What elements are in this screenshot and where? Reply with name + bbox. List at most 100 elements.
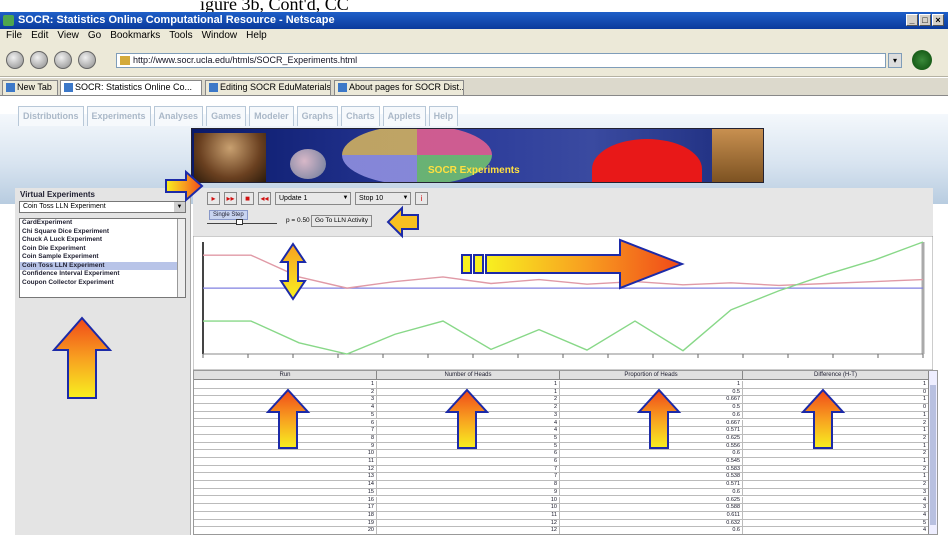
tab-page-icon: [209, 83, 218, 92]
stop-select[interactable]: Stop 10 ▼: [355, 192, 411, 205]
results-table: Run Number of Heads Proportion of Heads …: [193, 370, 938, 535]
table-row: 7 4 0.571 1: [194, 427, 937, 435]
table-scrollbar[interactable]: [928, 371, 937, 534]
browser-tab[interactable]: About pages for SOCR Dist...: [334, 80, 464, 95]
table-cell: 6: [377, 458, 560, 465]
table-cell: 2: [194, 388, 377, 396]
back-icon[interactable]: [6, 51, 24, 69]
app-tab[interactable]: Applets: [382, 106, 426, 126]
stop-button[interactable]: ■: [241, 192, 254, 205]
menu-file[interactable]: File: [6, 29, 22, 43]
reset-button[interactable]: ◂◂: [258, 192, 271, 205]
info-button[interactable]: i: [415, 192, 428, 205]
table-cell: 12: [194, 465, 377, 473]
table-cell: 0.632: [560, 519, 743, 527]
table-cell: 0.588: [560, 504, 743, 512]
table-cell: 7: [377, 465, 560, 473]
menu-view[interactable]: View: [57, 29, 79, 43]
address-dropdown-icon[interactable]: ▾: [888, 53, 902, 68]
menu-bookmarks[interactable]: Bookmarks: [110, 29, 160, 43]
app-tab[interactable]: Experiments: [86, 106, 151, 126]
menu-bar: File Edit View Go Bookmarks Tools Window…: [0, 29, 948, 43]
browser-tab-label: New Tab: [17, 82, 52, 92]
list-item[interactable]: Coin Die Experiment: [20, 245, 185, 254]
browser-tab-label: Editing SOCR EduMaterials ...: [220, 82, 331, 92]
menu-edit[interactable]: Edit: [31, 29, 48, 43]
list-item[interactable]: CardExperiment: [20, 219, 185, 228]
table-cell: 0.667: [560, 419, 743, 427]
page-favicon-icon: [120, 56, 130, 65]
update-select[interactable]: Update 1 ▼: [275, 192, 351, 205]
table-cell: 12: [377, 519, 560, 527]
table-cell: 0.625: [560, 434, 743, 442]
probability-slider-handle[interactable]: [236, 219, 243, 225]
list-item-selected[interactable]: Coin Toss LLN Experiment: [20, 261, 185, 270]
p-value-label: p = 0.50: [286, 217, 310, 224]
table-cell: 0.571: [560, 481, 743, 489]
table-cell: 1: [743, 396, 929, 404]
chevron-down-icon[interactable]: ▼: [174, 202, 185, 212]
goto-lln-activity-button[interactable]: Go To LLN Activity: [311, 215, 372, 227]
table-cell: 2: [743, 465, 929, 473]
list-item[interactable]: Coin Sample Experiment: [20, 253, 185, 262]
table-cell: 5: [377, 434, 560, 442]
address-url: http://www.socr.ucla.edu/htmls/SOCR_Expe…: [133, 55, 358, 65]
chevron-down-icon[interactable]: ▼: [401, 193, 410, 204]
app-tab[interactable]: Charts: [341, 106, 380, 126]
list-scrollbar[interactable]: [177, 219, 185, 297]
app-tab[interactable]: Graphs: [296, 106, 339, 126]
list-item[interactable]: Confidence Interval Experiment: [20, 270, 185, 279]
table-cell: 3: [377, 411, 560, 419]
list-item[interactable]: Chi Square Dice Experiment: [20, 228, 185, 237]
menu-window[interactable]: Window: [202, 29, 238, 43]
table-scrollbar-thumb[interactable]: [930, 385, 936, 525]
socr-experiments-banner: SOCR Experiments: [191, 128, 764, 183]
table-row: 5 3 0.6 1: [194, 411, 937, 420]
stop-icon[interactable]: [78, 51, 96, 69]
table-cell: 4: [377, 419, 560, 427]
reload-icon[interactable]: [54, 51, 72, 69]
list-item[interactable]: Chuck A Luck Experiment: [20, 236, 185, 245]
table-cell: 4: [743, 511, 929, 519]
browser-tab-label: About pages for SOCR Dist...: [349, 82, 464, 92]
table-row: 15 9 0.6 3: [194, 488, 937, 497]
menu-help[interactable]: Help: [246, 29, 267, 43]
table-cell: 0: [743, 404, 929, 412]
table-cell: 2: [743, 434, 929, 442]
table-row: 18 11 0.611 4: [194, 511, 937, 520]
browser-tab[interactable]: New Tab: [2, 80, 58, 95]
app-tab[interactable]: Games: [206, 106, 247, 126]
table-row: 19 12 0.632 5: [194, 519, 937, 528]
menu-go[interactable]: Go: [88, 29, 101, 43]
forward-icon[interactable]: [30, 51, 48, 69]
banner-arch-image: [194, 133, 266, 182]
maximize-button[interactable]: □: [919, 14, 931, 26]
app-tab[interactable]: Help: [428, 106, 459, 126]
navigation-toolbar: http://www.socr.ucla.edu/htmls/SOCR_Expe…: [0, 43, 948, 77]
close-button[interactable]: ×: [932, 14, 944, 26]
minimize-button[interactable]: _: [906, 14, 918, 26]
browser-tab[interactable]: SOCR: Statistics Online Co...: [60, 80, 202, 95]
app-tab[interactable]: Analyses: [153, 106, 204, 126]
table-row: 20 12 0.6 4: [194, 527, 937, 534]
list-item[interactable]: Coupon Collector Experiment: [20, 279, 185, 288]
table-cell: 12: [377, 527, 560, 534]
table-cell: 7: [377, 473, 560, 481]
table-cell: 0.545: [560, 458, 743, 465]
column-header-difference: Difference (H-T): [743, 371, 929, 380]
address-bar[interactable]: http://www.socr.ucla.edu/htmls/SOCR_Expe…: [116, 53, 886, 68]
app-tab[interactable]: Distributions: [18, 106, 84, 126]
experiment-select[interactable]: Coin Toss LLN Experiment ▼: [19, 201, 186, 213]
menu-tools[interactable]: Tools: [169, 29, 192, 43]
table-cell: 2: [377, 396, 560, 404]
search-icon[interactable]: [912, 50, 932, 70]
chevron-down-icon[interactable]: ▼: [341, 193, 350, 204]
table-cell: 0.583: [560, 465, 743, 473]
browser-tab-bar: New Tab SOCR: Statistics Online Co... Ed…: [0, 78, 948, 96]
browser-tab[interactable]: Editing SOCR EduMaterials ...: [205, 80, 331, 95]
run-button[interactable]: ▸▸: [224, 192, 237, 205]
table-cell: 4: [194, 404, 377, 412]
app-tab[interactable]: Modeler: [249, 106, 294, 126]
step-button[interactable]: ▸: [207, 192, 220, 205]
table-cell: 4: [743, 496, 929, 504]
